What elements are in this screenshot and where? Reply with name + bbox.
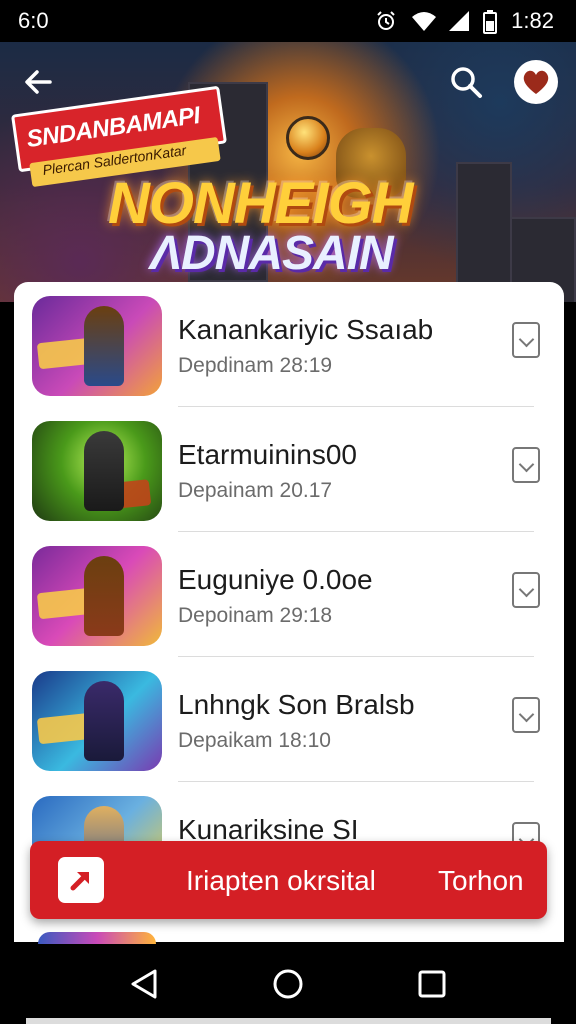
- search-button[interactable]: [444, 60, 488, 104]
- status-bar: 6:0 1:82: [0, 0, 576, 42]
- nav-back-icon: [131, 969, 157, 999]
- game-thumbnail[interactable]: [32, 421, 162, 521]
- game-title: Lnhngk Son Bralsb: [178, 689, 415, 720]
- heart-icon: [523, 70, 549, 94]
- favorite-button[interactable]: [514, 60, 558, 104]
- nav-home-icon: [273, 969, 303, 999]
- thumbnail-character: [84, 681, 124, 761]
- download-icon[interactable]: [512, 697, 540, 733]
- download-icon[interactable]: [512, 447, 540, 483]
- game-thumbnail[interactable]: [32, 546, 162, 646]
- clock-tower: [456, 162, 512, 302]
- alarm-icon: [375, 10, 397, 32]
- snackbar-message: Iriapten okrsital: [186, 865, 376, 896]
- status-time: 6:0: [18, 8, 49, 33]
- list-item[interactable]: Euguniye 0.0oe Depoinam 29:18: [14, 532, 564, 657]
- game-thumbnail[interactable]: [32, 296, 162, 396]
- snackbar-icon-box: [58, 857, 104, 903]
- snackbar: Iriapten okrsital Torhon: [30, 841, 547, 919]
- thumbnail-character: [84, 306, 124, 386]
- nav-recents-icon: [418, 970, 446, 998]
- game-title: Etarmuinins00: [178, 439, 357, 470]
- status-clock: 1:82: [511, 8, 554, 33]
- wifi-icon: [411, 10, 437, 32]
- game-subtitle: Depoinam 29:18: [178, 604, 333, 627]
- back-button[interactable]: [16, 60, 60, 104]
- game-subtitle: Depdinam 28:19: [178, 354, 333, 377]
- thumbnail-character: [84, 431, 124, 511]
- hero-banner: SNDANBAMAPI Plercan SaldertonKatar NONHE…: [0, 42, 576, 302]
- game-subtitle: Depaikam 18:10: [178, 729, 331, 752]
- list-item[interactable]: Lnhngk Son Bralsb Depaikam 18:10: [14, 657, 564, 782]
- list-item[interactable]: Etarmuinins00 Depainam 20.17: [14, 407, 564, 532]
- battery-icon: [483, 10, 498, 34]
- game-subtitle: Depainam 20.17: [178, 479, 333, 502]
- game-title: Euguniye 0.0oe: [178, 564, 373, 595]
- snackbar-action-button[interactable]: Torhon: [438, 865, 524, 897]
- hero-title-line2: ΛDNASAIN: [150, 227, 394, 280]
- arrow-up-right-icon: [70, 872, 89, 891]
- game-title: Kanankariyic Ssaıab: [178, 314, 434, 345]
- navigation-bar: [0, 944, 576, 1024]
- nav-recents-button[interactable]: [406, 958, 458, 1010]
- nav-back-button[interactable]: [118, 958, 170, 1010]
- gesture-bar: [26, 1018, 551, 1024]
- signal-icon: [447, 10, 470, 32]
- back-arrow-icon: [25, 70, 52, 94]
- list-item[interactable]: Kanankariyic Ssaıab Depdinam 28:19: [14, 282, 564, 407]
- game-thumbnail[interactable]: [32, 671, 162, 771]
- nav-home-button[interactable]: [262, 958, 314, 1010]
- search-icon: [451, 67, 482, 98]
- download-icon[interactable]: [512, 572, 540, 608]
- golden-orb: [286, 116, 330, 160]
- thumbnail-character: [84, 556, 124, 636]
- download-icon[interactable]: [512, 322, 540, 358]
